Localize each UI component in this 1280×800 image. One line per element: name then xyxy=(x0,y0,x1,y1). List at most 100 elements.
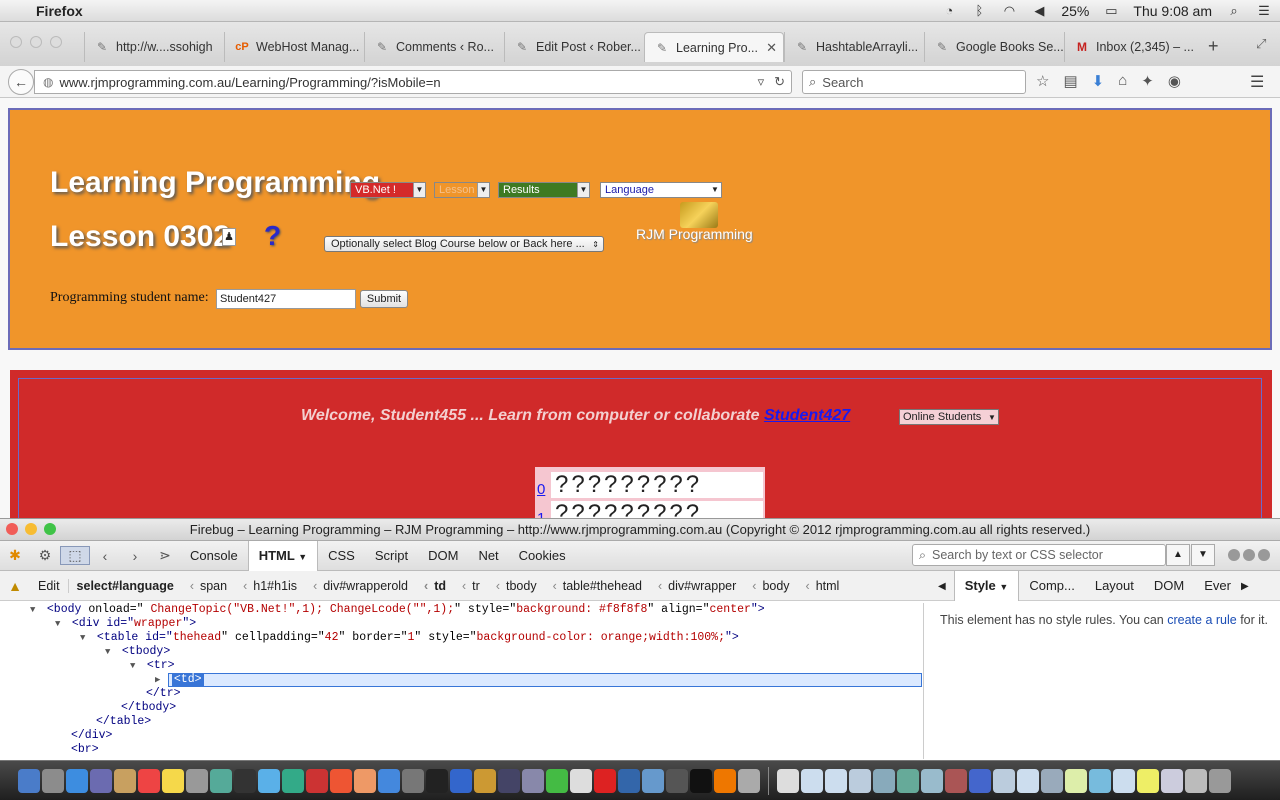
opera-icon[interactable] xyxy=(594,768,616,793)
app-icon[interactable] xyxy=(738,768,760,793)
back-button[interactable]: ← xyxy=(8,69,34,95)
tab-7[interactable]: ✎ Google Books Se... xyxy=(924,32,1064,62)
student-name-input[interactable]: Student427 xyxy=(216,289,356,309)
tab-8[interactable]: M Inbox (2,345) – ... xyxy=(1064,32,1204,62)
spotlight-icon[interactable]: ⌕ xyxy=(1226,3,1242,18)
ibooks-icon[interactable] xyxy=(354,768,376,793)
twisty-open-icon[interactable]: ▼ xyxy=(80,631,90,645)
screenshot-icon[interactable] xyxy=(801,768,823,793)
minimize-panel-icon[interactable] xyxy=(1228,549,1240,561)
xcode-icon[interactable] xyxy=(618,768,640,793)
screenshot-icon[interactable] xyxy=(897,768,919,793)
time-machine-icon[interactable]: ◔ xyxy=(941,3,957,18)
system-preferences-icon[interactable] xyxy=(402,768,424,793)
zoom-window-button[interactable] xyxy=(50,36,62,48)
home-icon[interactable]: ⌂ xyxy=(1118,72,1127,90)
wifi-icon[interactable]: ◠ xyxy=(1001,3,1017,18)
itunes-icon[interactable] xyxy=(330,768,352,793)
screenshot-icon[interactable] xyxy=(1113,768,1135,793)
screenshot-icon[interactable] xyxy=(1161,768,1183,793)
tree-node-table-close[interactable]: </table> xyxy=(0,715,923,729)
trash-icon[interactable] xyxy=(1209,768,1231,793)
tree-node-div-wrapper[interactable]: ▼ <div id="wrapper"> xyxy=(0,617,923,631)
app-icon[interactable] xyxy=(498,768,520,793)
facetime-icon[interactable] xyxy=(282,768,304,793)
url-bar[interactable]: ◍ www.rjmprogramming.com.au/Learning/Pro… xyxy=(34,70,792,94)
notes-app-icon[interactable] xyxy=(114,768,136,793)
fullscreen-icon[interactable]: ⤢ xyxy=(1256,36,1266,52)
terminal-icon[interactable] xyxy=(690,768,712,793)
bookmark-star-icon[interactable]: ☆ xyxy=(1036,72,1049,90)
photobooth-icon[interactable] xyxy=(306,768,328,793)
tree-node-div-close[interactable]: </div> xyxy=(0,729,923,743)
maps-icon[interactable] xyxy=(210,768,232,793)
submit-button[interactable]: Submit xyxy=(360,290,408,308)
rjm-logo[interactable]: RJM Programming xyxy=(636,202,776,248)
online-students-select[interactable]: Online Students ▼ xyxy=(899,409,999,425)
filezilla-icon[interactable] xyxy=(450,768,472,793)
volume-icon[interactable]: ◀ xyxy=(1031,3,1047,18)
app-name[interactable]: Firefox xyxy=(36,3,83,19)
forward-arrow-icon[interactable]: › xyxy=(120,548,150,564)
history-dropdown-icon[interactable]: ▿ xyxy=(758,74,765,90)
firebug-search-input[interactable]: ⌕ Search by text or CSS selector xyxy=(912,544,1166,566)
results-select[interactable]: Results ▼ xyxy=(498,182,590,198)
breadcrumb-item[interactable]: ‹ h1#h1is xyxy=(235,579,305,593)
breadcrumb-item[interactable]: ‹ tr xyxy=(454,579,488,593)
chrome-icon[interactable] xyxy=(546,768,568,793)
url-text[interactable]: www.rjmprogramming.com.au/Learning/Progr… xyxy=(59,75,440,90)
tux-icon[interactable]: ♟ xyxy=(222,228,236,246)
reload-icon[interactable]: ↻ xyxy=(774,74,785,90)
document-icon[interactable] xyxy=(570,768,592,793)
tab-1[interactable]: ✎ http://w....ssohigh xyxy=(84,32,224,62)
reading-list-icon[interactable]: ▤ xyxy=(1063,72,1077,90)
back-arrow-icon[interactable]: ‹ xyxy=(90,548,120,564)
edit-button[interactable]: Edit xyxy=(30,578,69,593)
tab-2[interactable]: cP WebHost Manag... xyxy=(224,32,364,62)
app-icon[interactable] xyxy=(522,768,544,793)
document-icon[interactable] xyxy=(777,768,799,793)
tree-node-tr[interactable]: ▼ <tr> xyxy=(0,659,923,673)
breadcrumb-item[interactable]: ‹ table#thehead xyxy=(545,579,650,593)
tab-css[interactable]: CSS xyxy=(318,541,365,571)
new-tab-button[interactable]: + xyxy=(1208,36,1219,57)
collaborator-link[interactable]: Student427 xyxy=(764,407,850,424)
screenshot-icon[interactable] xyxy=(1017,768,1039,793)
help-icon[interactable]: ? xyxy=(264,220,281,252)
tree-node-tbody-close[interactable]: </tbody> xyxy=(0,701,923,715)
menu-icon[interactable]: ☰ xyxy=(1250,72,1264,92)
tree-node-body[interactable]: ▼ <body onload=" ChangeTopic("VB.Net!",1… xyxy=(0,603,923,617)
messages-icon[interactable] xyxy=(258,768,280,793)
tab-3[interactable]: ✎ Comments ‹ Ro... xyxy=(364,32,504,62)
close-window-button[interactable] xyxy=(10,36,22,48)
close-window-button[interactable] xyxy=(6,523,18,535)
tree-node-td-selected[interactable]: ▶ <td> xyxy=(0,673,923,687)
breadcrumb-item[interactable]: ‹ td xyxy=(416,579,454,593)
tab-style[interactable]: Style ▼ xyxy=(953,571,1020,601)
screenshot-icon[interactable] xyxy=(873,768,895,793)
globe-icon[interactable]: ◍ xyxy=(43,75,53,89)
lesson-select[interactable]: Lesson ▼ xyxy=(434,182,490,198)
activity-monitor-icon[interactable] xyxy=(666,768,688,793)
breadcrumb-item[interactable]: ‹ tbody xyxy=(488,579,545,593)
extension-icon[interactable]: ✦ xyxy=(1141,72,1154,90)
tab-html[interactable]: HTML ▼ xyxy=(247,540,319,571)
firebug-bug-icon[interactable]: ✱ xyxy=(0,547,30,564)
tab-events[interactable]: Ever xyxy=(1194,571,1241,601)
breadcrumb-item[interactable]: ‹ body xyxy=(744,579,797,593)
screenshot-icon[interactable] xyxy=(993,768,1015,793)
launchpad-icon[interactable] xyxy=(42,768,64,793)
downloads-stack-icon[interactable] xyxy=(1185,768,1207,793)
screenshot-icon[interactable] xyxy=(921,768,943,793)
tab-side-dom[interactable]: DOM xyxy=(1144,571,1194,601)
clock[interactable]: Thu 9:08 am xyxy=(1133,3,1212,19)
breadcrumb-item[interactable]: ‹ div#wrapper xyxy=(650,579,744,593)
minimize-window-button[interactable] xyxy=(25,523,37,535)
detach-panel-icon[interactable] xyxy=(1243,549,1255,561)
tool-icon[interactable] xyxy=(474,768,496,793)
breadcrumb-item[interactable]: ‹ html xyxy=(798,579,848,593)
battery-icon[interactable]: ▭ xyxy=(1103,3,1119,18)
topic-select[interactable]: VB.Net ! ▼ xyxy=(350,182,426,198)
tab-net[interactable]: Net xyxy=(468,541,508,571)
blog-course-select[interactable]: Optionally select Blog Course below or B… xyxy=(324,236,604,252)
